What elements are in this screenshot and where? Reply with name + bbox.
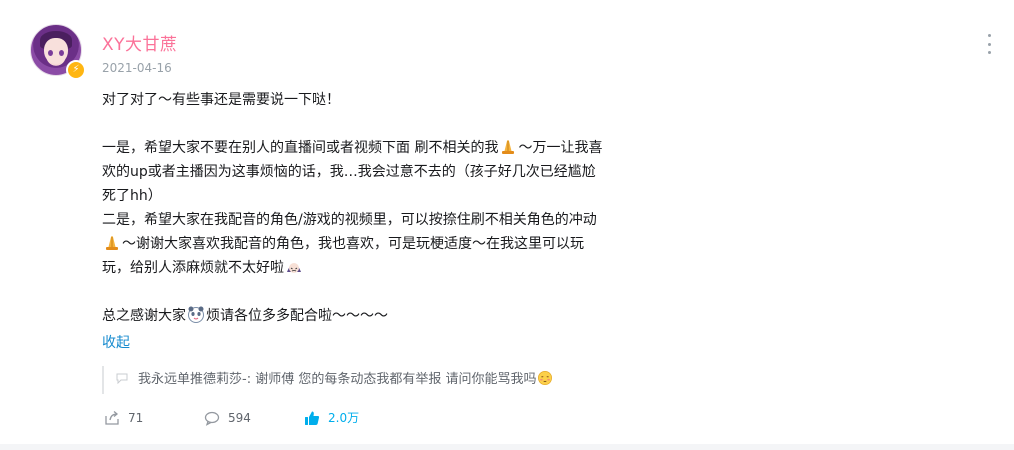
cry-emoji — [287, 263, 301, 273]
content-line: 一是，希望大家不要在别人的直播间或者视频下面 刷不相关的我 ～万一让我喜 — [102, 136, 682, 160]
content-line: 对了对了～有些事还是需要说一下哒！ — [102, 92, 340, 108]
content-line: ～谢谢大家喜欢我配音的角色，我也喜欢，可是玩梗适度～在我这里可以玩 — [102, 232, 682, 256]
comment-button[interactable]: 594 — [204, 408, 251, 428]
share-count: 71 — [128, 411, 144, 425]
comment-text: 谢师傅 您的每条动态我都有举报 请问你能骂我吗 — [255, 372, 537, 387]
like-icon — [305, 411, 320, 425]
content-line: 总之感谢大家 烦请各位多多配合啦～～～～ — [102, 304, 682, 328]
username[interactable]: XY大甘蔗 — [102, 30, 178, 55]
content-line: 欢的up或者主播因为这事烦恼的话，我…我会过意不去的（孩子好几次已经尴尬 — [102, 164, 596, 180]
more-icon[interactable] — [984, 34, 994, 54]
like-button[interactable]: 2.0万 — [304, 408, 359, 428]
comment-author[interactable]: 我永远单推德莉莎-: — [138, 372, 251, 387]
panda-emoji — [188, 306, 204, 323]
content-line: 玩，给别人添麻烦就不太好啦 — [102, 256, 682, 280]
avatar[interactable]: ⚡ — [30, 24, 86, 80]
comment-icon — [204, 411, 220, 426]
collapse-link[interactable]: 收起 — [102, 332, 130, 352]
verified-badge-icon: ⚡ — [66, 60, 86, 80]
content-line: 死了hh） — [102, 188, 162, 204]
comment-count: 594 — [228, 411, 251, 425]
post-card: ⚡ XY大甘蔗 2021-04-16 对了对了～有些事还是需要说一下哒！ 一是，… — [0, 0, 1014, 444]
share-button[interactable]: 71 — [104, 408, 143, 428]
pray-emoji — [106, 236, 118, 250]
avatar-eye-left — [48, 50, 53, 56]
like-count: 2.0万 — [328, 411, 360, 425]
post-content: 对了对了～有些事还是需要说一下哒！ 一是，希望大家不要在别人的直播间或者视频下面… — [102, 88, 682, 328]
share-icon — [105, 411, 119, 425]
avatar-eye-right — [59, 50, 64, 56]
post-date[interactable]: 2021-04-16 — [102, 61, 172, 75]
blush-emoji — [538, 370, 553, 386]
comment-bubble-icon — [116, 373, 128, 384]
top-comment[interactable]: 我永远单推德莉莎-: 谢师傅 您的每条动态我都有举报 请问你能骂我吗 — [102, 366, 554, 394]
content-line: 二是，希望大家在我配音的角色/游戏的视频里，可以按捺住刷不相关角色的冲动 — [102, 212, 597, 228]
pray-emoji — [502, 140, 515, 154]
